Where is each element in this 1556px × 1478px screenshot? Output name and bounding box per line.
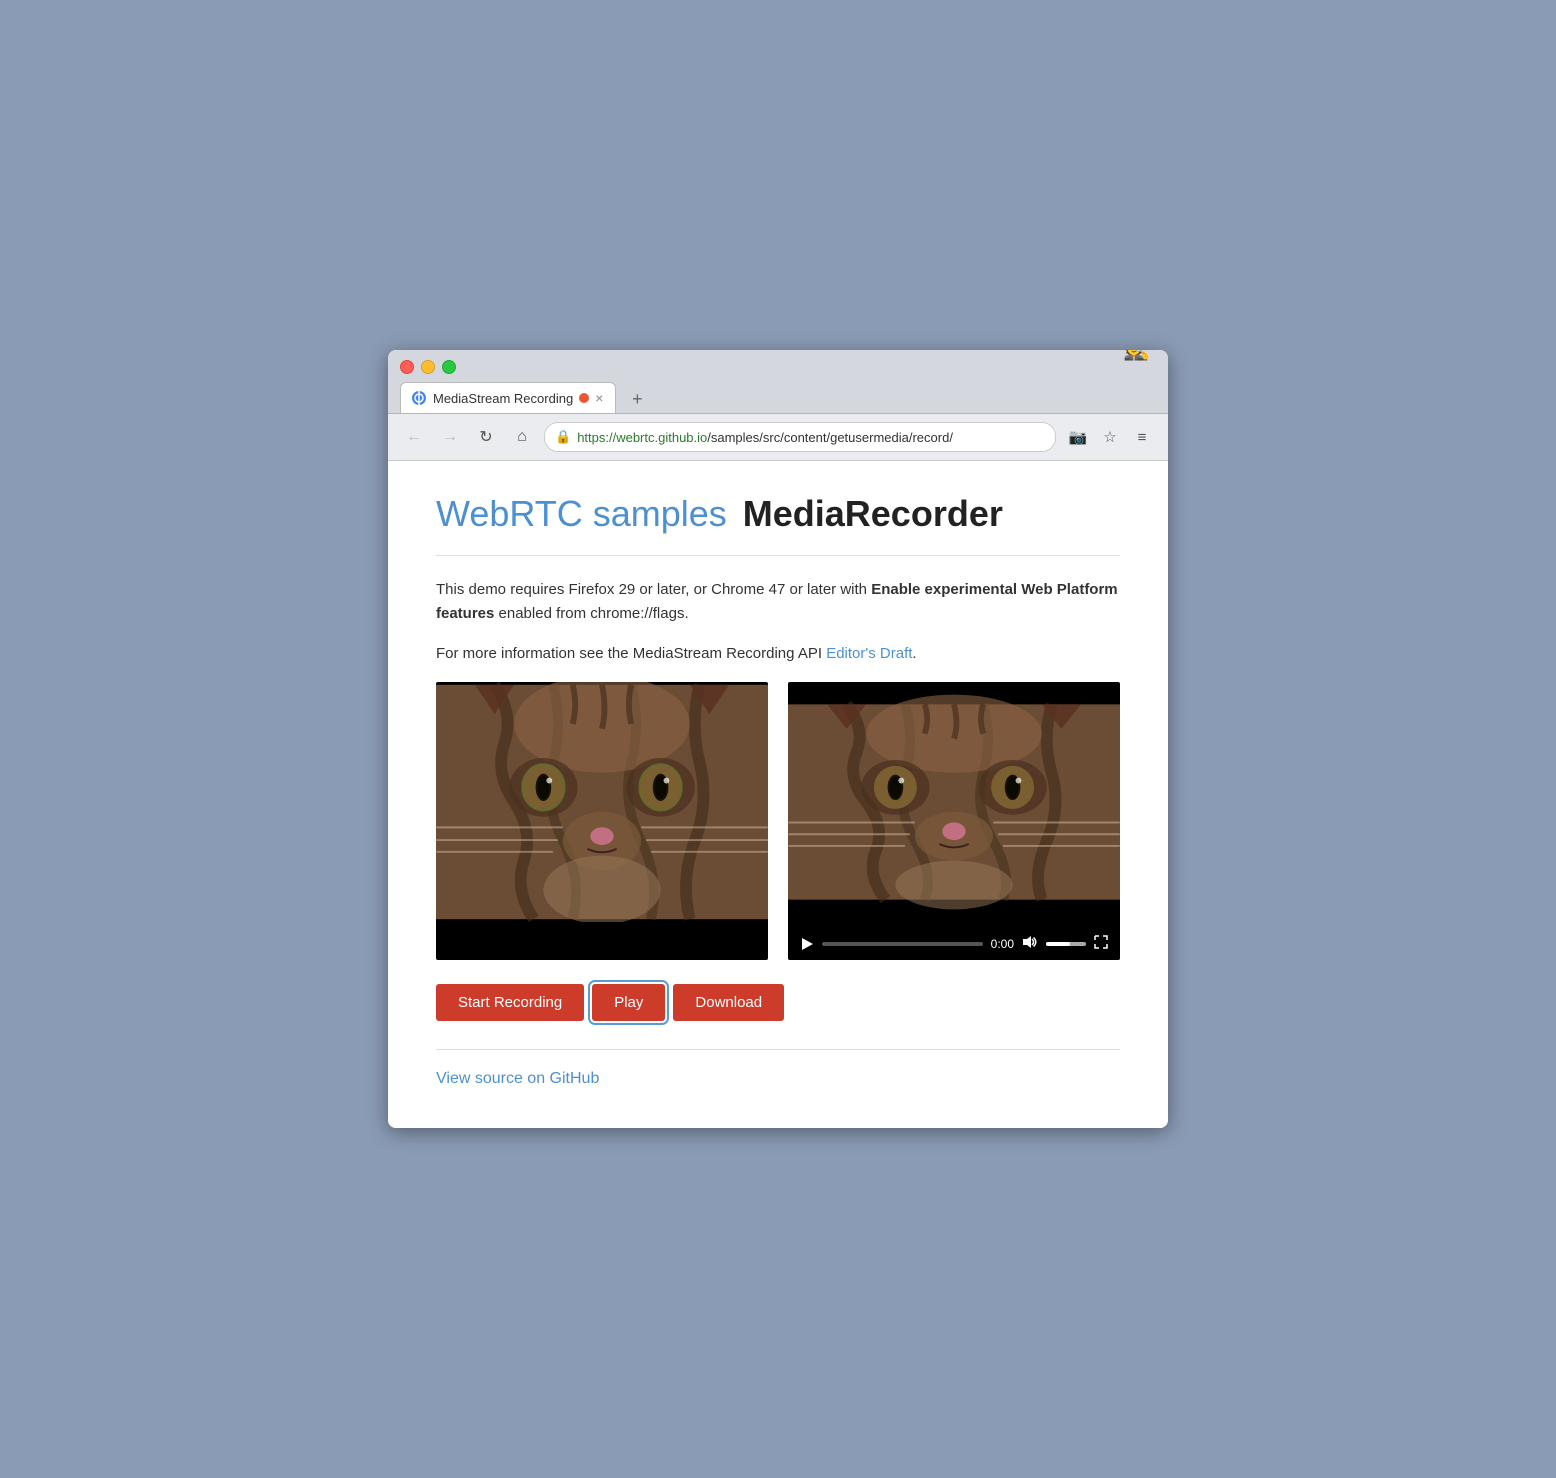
tab-favicon [411, 390, 427, 406]
page-content: WebRTC samples MediaRecorder This demo r… [388, 461, 1168, 1128]
camera-button[interactable]: 📷 [1064, 423, 1092, 451]
description-paragraph-2: For more information see the MediaStream… [436, 642, 1120, 666]
browser-window: 🕵️ MediaStream Recording × + ← → ↻ [388, 350, 1168, 1128]
action-buttons-row: Start Recording Play Download [436, 984, 1120, 1021]
github-link[interactable]: View source on GitHub [436, 1070, 599, 1087]
header-divider [436, 555, 1120, 556]
live-video-feed [436, 682, 768, 922]
webrtc-samples-title: WebRTC samples [436, 493, 727, 535]
menu-button[interactable]: ≡ [1128, 423, 1156, 451]
back-button[interactable]: ← [400, 423, 428, 451]
url-rest-part: /samples/src/content/getusermedia/record… [707, 430, 953, 445]
volume-bar[interactable] [1046, 942, 1086, 946]
start-recording-button[interactable]: Start Recording [436, 984, 584, 1021]
tab-title: MediaStream Recording [433, 391, 573, 406]
page-main-title: MediaRecorder [743, 493, 1003, 535]
address-bar[interactable]: 🔒 https://webrtc.github.io/samples/src/c… [544, 422, 1056, 452]
nav-right-buttons: 📷 ☆ ≡ [1064, 423, 1156, 451]
description-text-2: enabled from chrome://flags. [494, 605, 688, 622]
traffic-lights: 🕵️ [400, 360, 1156, 374]
video-controls: 0:00 [788, 927, 1120, 960]
active-tab[interactable]: MediaStream Recording × [400, 382, 616, 413]
url-green-part: https://webrtc.github.io [577, 430, 707, 445]
editors-draft-period: . [912, 645, 916, 662]
editors-draft-link[interactable]: Editor's Draft [826, 645, 912, 662]
nav-bar: ← → ↻ ⌂ 🔒 https://webrtc.github.io/sampl… [388, 414, 1168, 461]
recorded-video-feed [788, 682, 1120, 922]
maximize-window-button[interactable] [442, 360, 456, 374]
fullscreen-button[interactable] [1094, 935, 1108, 952]
home-button[interactable]: ⌂ [508, 423, 536, 451]
recording-indicator [579, 393, 589, 403]
description-text-1: This demo requires Firefox 29 or later, … [436, 581, 871, 598]
play-pause-button[interactable] [800, 937, 814, 951]
url-text: https://webrtc.github.io/samples/src/con… [577, 430, 1045, 445]
video-time: 0:00 [991, 937, 1014, 951]
close-window-button[interactable] [400, 360, 414, 374]
recorded-video-box: 0:00 [788, 682, 1120, 960]
spy-icon: 🕵️ [1118, 350, 1156, 368]
reload-button[interactable]: ↻ [472, 423, 500, 451]
ssl-icon: 🔒 [555, 429, 571, 445]
play-button[interactable]: Play [592, 984, 665, 1021]
description-paragraph-1: This demo requires Firefox 29 or later, … [436, 578, 1120, 626]
tab-close-button[interactable]: × [595, 391, 603, 405]
title-bar: 🕵️ MediaStream Recording × + [388, 350, 1168, 414]
tab-bar: MediaStream Recording × + [400, 382, 1156, 413]
bottom-divider [436, 1049, 1120, 1050]
bookmark-button[interactable]: ☆ [1096, 423, 1124, 451]
live-video-box [436, 682, 768, 960]
video-container: 0:00 [436, 682, 1120, 960]
page-header: WebRTC samples MediaRecorder [436, 493, 1120, 535]
video-progress-bar[interactable] [822, 942, 983, 946]
download-button[interactable]: Download [673, 984, 784, 1021]
volume-button[interactable] [1022, 935, 1038, 952]
forward-button[interactable]: → [436, 423, 464, 451]
minimize-window-button[interactable] [421, 360, 435, 374]
new-tab-button[interactable]: + [620, 385, 654, 413]
description-api-text: For more information see the MediaStream… [436, 645, 826, 662]
